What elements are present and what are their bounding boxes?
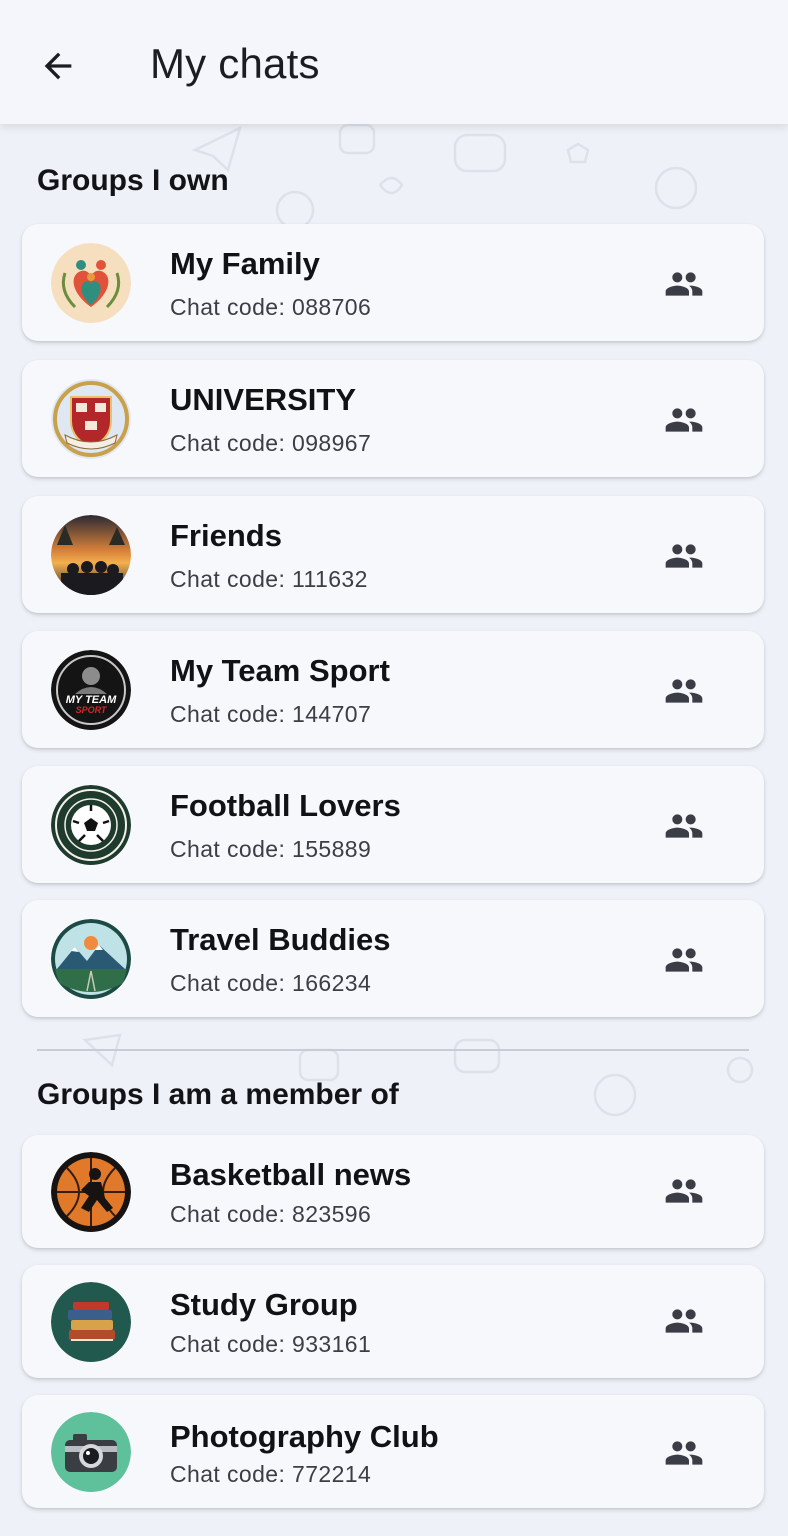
chat-code: Chat code: 098967 [170, 430, 372, 456]
arrow-back-icon [44, 52, 72, 80]
back-button[interactable] [28, 36, 88, 96]
chat-card-university[interactable]: UNIVERSITY Chat code: 098967 [22, 360, 764, 477]
chat-name: Travel Buddies [170, 922, 391, 957]
chat-name: Study Group [170, 1287, 358, 1322]
section-divider [37, 1049, 749, 1051]
books-avatar [51, 1282, 131, 1362]
group-members-icon[interactable] [658, 536, 710, 576]
chat-code: Chat code: 166234 [170, 970, 372, 996]
group-members-icon[interactable] [658, 1301, 710, 1341]
chat-code: Chat code: 933161 [170, 1331, 372, 1357]
section-title-owned: Groups I own [37, 164, 229, 197]
group-members-icon[interactable] [658, 671, 710, 711]
chat-name: My Family [170, 246, 320, 281]
chat-name: Photography Club [170, 1419, 439, 1454]
chat-code: Chat code: 155889 [170, 836, 372, 862]
team-sport-badge-avatar: MY TEAM SPORT [51, 650, 131, 730]
friends-sunset-avatar [51, 515, 131, 595]
app-bar: My chats [0, 0, 788, 124]
chat-name: UNIVERSITY [170, 382, 357, 417]
team-sport-badge-subtext: SPORT [76, 705, 108, 715]
section-title-member: Groups I am a member of [37, 1078, 399, 1111]
group-members-icon[interactable] [658, 400, 710, 440]
chat-card-football-lovers[interactable]: Football Lovers Chat code: 155889 [22, 766, 764, 883]
group-members-icon[interactable] [658, 1433, 710, 1473]
chat-name: Basketball news [170, 1157, 412, 1192]
football-badge-avatar [51, 785, 131, 865]
chat-name: My Team Sport [170, 653, 390, 688]
chat-code: Chat code: 823596 [170, 1201, 372, 1227]
chat-card-my-family[interactable]: My Family Chat code: 088706 [22, 224, 764, 341]
chat-code: Chat code: 111632 [170, 566, 368, 592]
camera-avatar [51, 1412, 131, 1492]
chat-code: Chat code: 772214 [170, 1461, 372, 1487]
group-members-icon[interactable] [658, 940, 710, 980]
group-members-icon[interactable] [658, 264, 710, 304]
chat-code: Chat code: 144707 [170, 701, 372, 727]
chat-list: Groups I own My Family Chat code: 088706 [0, 124, 788, 1536]
page-title: My chats [150, 40, 320, 87]
chat-card-study-group[interactable]: Study Group Chat code: 933161 [22, 1265, 764, 1378]
chat-card-my-team-sport[interactable]: MY TEAM SPORT My Team Sport Chat code: 1… [22, 631, 764, 748]
chat-code: Chat code: 088706 [170, 294, 372, 320]
university-crest-avatar [51, 379, 131, 459]
basketball-player-avatar [51, 1152, 131, 1232]
chat-card-friends[interactable]: Friends Chat code: 111632 [22, 496, 764, 613]
chat-name: Football Lovers [170, 788, 401, 823]
chat-name: Friends [170, 518, 282, 553]
group-members-icon[interactable] [658, 806, 710, 846]
chat-card-basketball-news[interactable]: Basketball news Chat code: 823596 [22, 1135, 764, 1248]
family-heart-avatar [51, 243, 131, 323]
group-members-icon[interactable] [658, 1171, 710, 1211]
chat-card-photography-club[interactable]: Photography Club Chat code: 772214 [22, 1395, 764, 1508]
chat-card-travel-buddies[interactable]: Travel Buddies Chat code: 166234 [22, 900, 764, 1017]
mountain-travel-avatar [51, 919, 131, 999]
